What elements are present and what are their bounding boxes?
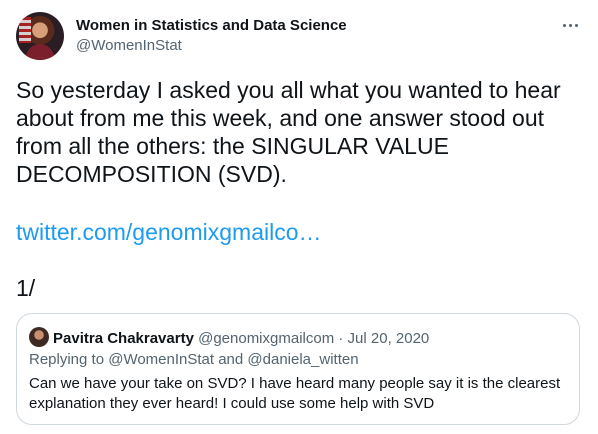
- replying-and: and: [214, 351, 248, 368]
- quoted-author-name[interactable]: Pavitra Chakravarty: [53, 330, 194, 347]
- more-dot: [562, 23, 566, 27]
- quoted-date[interactable]: Jul 20, 2020: [348, 330, 430, 347]
- quoted-tweet-text: Can we have your take on SVD? I have hea…: [29, 375, 561, 412]
- tweet-header: Women in Statistics and Data Science @Wo…: [16, 12, 582, 64]
- quoted-author-avatar[interactable]: [29, 327, 49, 347]
- thread-marker: 1/: [16, 275, 36, 301]
- more-dot: [568, 23, 572, 27]
- avatar-shirt-detail: [26, 44, 54, 60]
- more-dot: [574, 23, 578, 27]
- replying-to-line: Replying to @WomenInStat and @daniela_wi…: [29, 350, 359, 370]
- author-display-name[interactable]: Women in Statistics and Data Science: [76, 16, 347, 36]
- replying-mention-1[interactable]: @WomenInStat: [108, 351, 214, 368]
- avatar-flag-detail: [19, 17, 31, 43]
- author-avatar[interactable]: [16, 12, 64, 60]
- author-names: Women in Statistics and Data Science @Wo…: [76, 16, 347, 56]
- quoted-author-handle[interactable]: @genomixgmailcom: [198, 330, 334, 347]
- tweet-text: So yesterday I asked you all what you wa…: [16, 77, 568, 187]
- quoted-separator: ·: [334, 330, 348, 347]
- tweet-link[interactable]: twitter.com/genomixgmailco…: [16, 218, 322, 246]
- replying-prefix: Replying to: [29, 351, 109, 368]
- author-handle[interactable]: @WomenInStat: [76, 36, 347, 56]
- more-options-icon[interactable]: [558, 18, 582, 32]
- replying-mention-2[interactable]: @daniela_witten: [247, 351, 358, 368]
- quoted-tweet-header: Pavitra Chakravarty @genomixgmailcom · J…: [29, 327, 429, 349]
- quoted-tweet[interactable]: Pavitra Chakravarty @genomixgmailcom · J…: [16, 313, 580, 425]
